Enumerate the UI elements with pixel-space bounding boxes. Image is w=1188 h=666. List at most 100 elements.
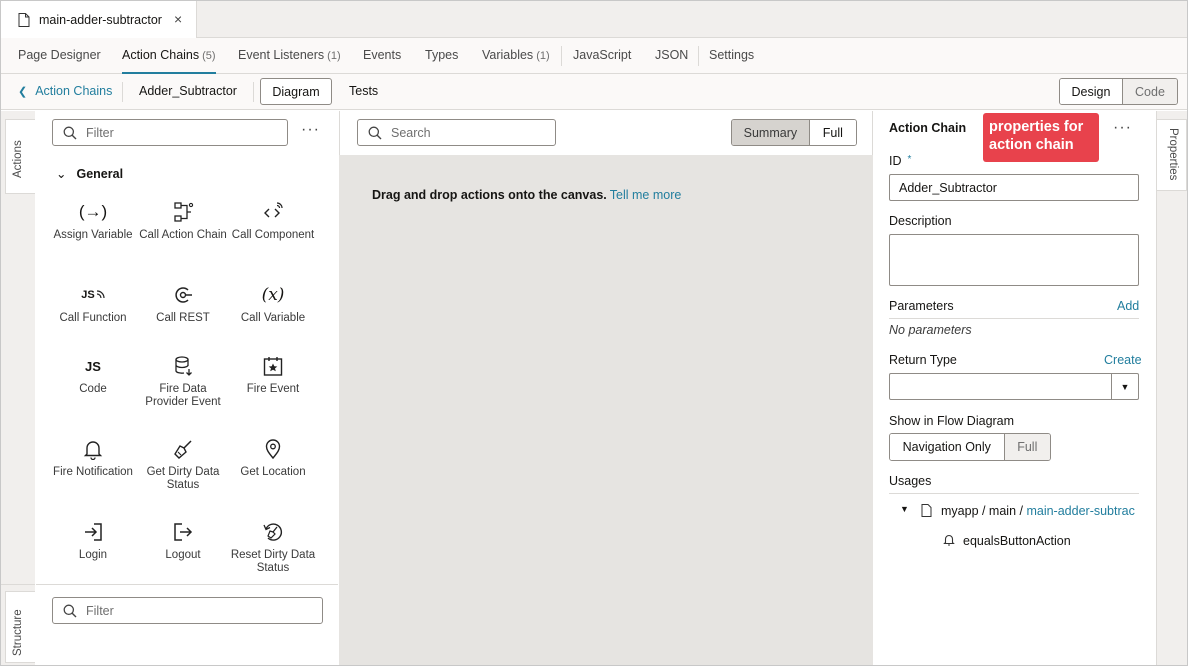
description-field[interactable]	[889, 234, 1139, 286]
properties-rail-tab[interactable]: Properties	[1157, 119, 1187, 191]
canvas-search-input[interactable]: Search	[357, 119, 556, 146]
tab-action-chains[interactable]: Action Chains(5)	[122, 48, 216, 62]
action-assign-variable[interactable]: (→) Assign Variable	[48, 199, 138, 242]
action-fire-data-provider-event[interactable]: Fire Data Provider Event	[138, 353, 228, 409]
action-code[interactable]: JS Code	[48, 353, 138, 396]
tab-javascript[interactable]: JavaScript	[573, 48, 631, 62]
code-button[interactable]: Code	[1123, 79, 1177, 104]
add-parameter-link[interactable]: Add	[1117, 299, 1139, 313]
usage-path: myapp / main / main-adder-subtrac	[941, 504, 1139, 518]
call-action-chain-icon	[138, 199, 228, 225]
close-icon[interactable]: ×	[174, 11, 182, 27]
palette-more-icon[interactable]: ···	[301, 121, 320, 139]
back-to-action-chains-link[interactable]: ❮Action Chains	[18, 84, 112, 98]
search-icon	[63, 126, 77, 140]
flow-full-button[interactable]: Full	[1005, 434, 1050, 460]
logout-icon	[138, 519, 228, 545]
fire-event-icon	[228, 353, 318, 379]
action-fire-event[interactable]: Fire Event	[228, 353, 318, 396]
assign-variable-icon: (→)	[48, 199, 138, 225]
tab-count: (5)	[202, 50, 215, 62]
navigation-only-button[interactable]: Navigation Only	[890, 434, 1005, 460]
left-rail: Actions	[1, 111, 35, 584]
code-icon: JS	[48, 353, 138, 379]
tab-variables[interactable]: Variables(1)	[482, 48, 550, 62]
chevron-down-icon[interactable]: ▼	[1111, 374, 1138, 399]
group-header-general[interactable]: ⌄General	[56, 166, 123, 181]
expand-triangle-icon[interactable]: ▼	[900, 504, 909, 514]
design-code-toggle: Design Code	[1059, 78, 1178, 105]
bell-icon	[943, 533, 955, 546]
parameters-label: Parameters	[889, 299, 954, 313]
structure-panel: Filter	[36, 584, 338, 666]
properties-panel: Action Chain ··· ID* Adder_Subtractor De…	[874, 111, 1155, 666]
id-field[interactable]: Adder_Subtractor	[889, 174, 1139, 201]
summary-button[interactable]: Summary	[732, 120, 810, 145]
tab-json[interactable]: JSON	[655, 48, 688, 62]
tab-types[interactable]: Types	[425, 48, 458, 62]
divider	[889, 493, 1139, 494]
diagram-button[interactable]: Diagram	[260, 78, 332, 105]
tab-count: (1)	[327, 50, 340, 62]
summary-full-toggle: Summary Full	[731, 119, 857, 146]
file-tab[interactable]: main-adder-subtractor ×	[1, 1, 197, 38]
reset-dirty-icon	[228, 519, 318, 545]
flow-diagram-toggle: Navigation Only Full	[889, 433, 1051, 461]
structure-rail-tab[interactable]: Structure	[5, 591, 35, 663]
palette-filter-input[interactable]: Filter	[52, 119, 288, 146]
action-reset-dirty-data-status[interactable]: Reset Dirty Data Status	[228, 519, 318, 575]
usage-link[interactable]: main-adder-subtrac	[1026, 504, 1134, 518]
search-icon	[63, 604, 77, 618]
return-type-select[interactable]: ▼	[889, 373, 1139, 400]
divider	[889, 318, 1139, 319]
structure-filter-input[interactable]: Filter	[52, 597, 323, 624]
call-function-icon: JS	[48, 282, 138, 308]
properties-more-icon[interactable]: ···	[1113, 119, 1132, 137]
broom-icon	[138, 436, 228, 462]
divider	[561, 46, 562, 66]
return-type-label: Return Type	[889, 353, 957, 367]
action-get-dirty-data-status[interactable]: Get Dirty Data Status	[138, 436, 228, 492]
action-call-component[interactable]: Call Component	[228, 199, 318, 242]
actions-rail-tab[interactable]: Actions	[5, 119, 35, 194]
action-call-variable[interactable]: (x) Call Variable	[228, 282, 318, 325]
properties-title: Action Chain	[889, 121, 966, 135]
action-logout[interactable]: Logout	[138, 519, 228, 562]
call-component-icon	[228, 199, 318, 225]
actions-palette: Filter ··· ⌄General (→) Assign Variable …	[36, 111, 338, 584]
action-call-rest[interactable]: Call REST	[138, 282, 228, 325]
create-type-link[interactable]: Create	[1104, 353, 1142, 367]
canvas-toolbar: Search Summary Full	[339, 111, 873, 155]
description-label: Description	[889, 214, 952, 228]
search-icon	[368, 126, 382, 140]
usage-child-item[interactable]: equalsButtonAction	[963, 534, 1071, 548]
chevron-left-icon: ❮	[18, 86, 27, 98]
id-label: ID*	[889, 154, 911, 168]
full-button[interactable]: Full	[810, 120, 856, 145]
fire-data-provider-event-icon	[138, 353, 228, 379]
breadcrumb: ❮Action Chains Adder_Subtractor Diagram …	[1, 74, 1187, 110]
call-rest-icon	[138, 282, 228, 308]
document-icon	[921, 504, 932, 517]
canvas-hint: Drag and drop actions onto the canvas.Te…	[372, 188, 681, 202]
tests-tab[interactable]: Tests	[349, 84, 378, 98]
required-mark: *	[908, 154, 912, 165]
diagram-canvas[interactable]: Drag and drop actions onto the canvas.Te…	[339, 155, 873, 666]
tab-events[interactable]: Events	[363, 48, 401, 62]
tab-count: (1)	[536, 50, 549, 62]
flow-diagram-label: Show in Flow Diagram	[889, 414, 1014, 428]
design-button[interactable]: Design	[1060, 79, 1123, 104]
action-call-action-chain[interactable]: Call Action Chain	[138, 199, 228, 242]
location-pin-icon	[228, 436, 318, 462]
tab-page-designer[interactable]: Page Designer	[18, 48, 101, 62]
app-window: main-adder-subtractor × Page Designer Ac…	[0, 0, 1188, 666]
action-fire-notification[interactable]: Fire Notification	[48, 436, 138, 479]
action-login[interactable]: Login	[48, 519, 138, 562]
tab-settings[interactable]: Settings	[709, 48, 754, 62]
left-rail-bottom: Structure	[1, 584, 35, 666]
action-call-function[interactable]: JS Call Function	[48, 282, 138, 325]
tab-event-listeners[interactable]: Event Listeners(1)	[238, 48, 341, 62]
tell-me-more-link[interactable]: Tell me more	[610, 188, 682, 202]
action-get-location[interactable]: Get Location	[228, 436, 318, 479]
divider	[122, 82, 123, 102]
